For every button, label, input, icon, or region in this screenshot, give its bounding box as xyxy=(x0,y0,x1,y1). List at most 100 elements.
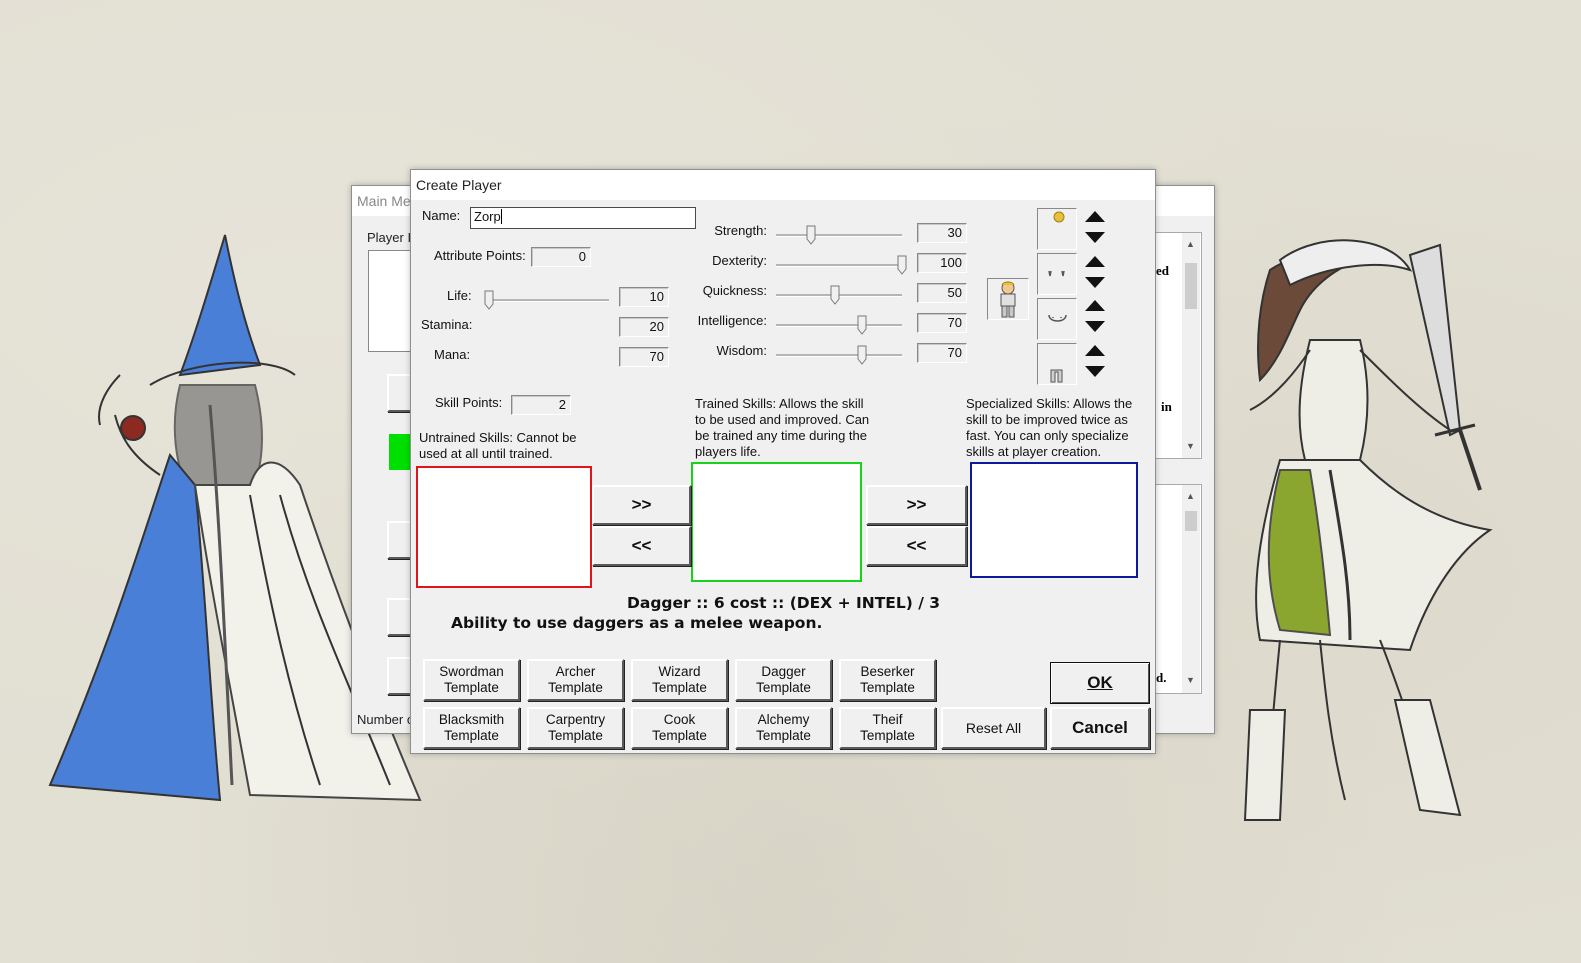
slider-thumb[interactable] xyxy=(857,345,867,365)
template-button[interactable]: Cook Template xyxy=(631,707,728,749)
info-scrollbar-bottom[interactable]: ▲ ▼ xyxy=(1182,485,1200,693)
chevron-up-icon[interactable]: ▲ xyxy=(1186,239,1195,249)
attribute-label: Quickness: xyxy=(702,283,767,298)
template-suffix: Template xyxy=(652,680,707,695)
arrow-up-icon xyxy=(1085,211,1105,222)
legs-down-button[interactable] xyxy=(1081,362,1109,382)
life-label: Life: xyxy=(447,288,472,303)
create-player-dialog: Create Player Name: Zorp Attribute Point… xyxy=(410,169,1156,754)
template-button[interactable]: Wizard Template xyxy=(631,659,728,701)
life-slider[interactable] xyxy=(484,290,609,310)
selected-skill-description: Ability to use daggers as a melee weapon… xyxy=(451,614,823,632)
chevron-down-icon[interactable]: ▼ xyxy=(1186,441,1195,451)
template-button[interactable]: Carpentry Template xyxy=(527,707,624,749)
attribute-slider[interactable] xyxy=(776,315,902,335)
attribute-slider[interactable] xyxy=(776,285,902,305)
template-name: Beserker xyxy=(860,664,915,679)
template-name: Cook xyxy=(663,712,696,727)
eyes-down-button[interactable] xyxy=(1081,273,1109,293)
slider-thumb[interactable] xyxy=(857,315,867,335)
arrow-down-icon xyxy=(1085,366,1105,377)
mana-field: 70 xyxy=(619,347,669,367)
arrow-up-icon xyxy=(1085,300,1105,311)
template-name: Wizard xyxy=(658,664,701,679)
untrained-skills-description: Untrained Skills: Cannot be used at all … xyxy=(419,430,577,461)
specialized-skills-list[interactable] xyxy=(970,462,1138,578)
arrow-down-icon xyxy=(1085,232,1105,243)
template-name: Alchemy xyxy=(757,712,810,727)
template-name: Archer xyxy=(555,664,596,679)
chevron-down-icon[interactable]: ▼ xyxy=(1186,675,1195,685)
slider-track xyxy=(776,354,902,357)
untrain-skill-button[interactable]: << xyxy=(592,526,691,566)
arrow-down-icon xyxy=(1085,321,1105,332)
attribute-points-label: Attribute Points: xyxy=(434,248,526,263)
skill-points-field: 2 xyxy=(511,395,571,415)
hair-icon xyxy=(1053,211,1065,223)
template-name: Dagger xyxy=(761,664,806,679)
name-label: Name: xyxy=(422,208,461,223)
attribute-slider[interactable] xyxy=(776,255,907,275)
name-value: Zorp xyxy=(474,209,501,224)
template-button[interactable]: Dagger Template xyxy=(735,659,832,701)
eyes-up-button[interactable] xyxy=(1081,251,1109,271)
arrow-up-icon xyxy=(1085,256,1105,267)
warrior-illustration xyxy=(1243,239,1493,821)
template-button[interactable]: Alchemy Template xyxy=(735,707,832,749)
eyes-icon xyxy=(1048,270,1065,277)
slider-thumb[interactable] xyxy=(897,255,907,275)
attribute-label: Dexterity: xyxy=(712,253,767,268)
template-button[interactable]: Theif Template xyxy=(839,707,936,749)
attribute-label: Intelligence: xyxy=(697,313,767,328)
slider-thumb[interactable] xyxy=(806,225,816,245)
slider-thumb[interactable] xyxy=(830,285,840,305)
chevron-up-icon[interactable]: ▲ xyxy=(1186,491,1195,501)
template-suffix: Template xyxy=(444,728,499,743)
info-scrollbar-top[interactable]: ▲ ▼ xyxy=(1182,233,1200,458)
attribute-value-field: 70 xyxy=(917,313,967,333)
cancel-label: Cancel xyxy=(1072,718,1128,737)
attribute-slider[interactable] xyxy=(776,345,902,365)
template-suffix: Template xyxy=(860,728,915,743)
slider-thumb[interactable] xyxy=(484,290,494,310)
attribute-slider[interactable] xyxy=(776,225,902,245)
attribute-value-field: 100 xyxy=(917,253,967,273)
template-suffix: Template xyxy=(860,680,915,695)
face-up-button[interactable] xyxy=(1081,295,1109,315)
scroll-thumb[interactable] xyxy=(1185,511,1197,531)
face-down-button[interactable] xyxy=(1081,317,1109,337)
attribute-value-field: 50 xyxy=(917,283,967,303)
train-skill-button[interactable]: >> xyxy=(592,485,691,525)
untrained-skills-list[interactable] xyxy=(416,466,592,588)
hair-up-button[interactable] xyxy=(1081,206,1109,226)
trained-skills-description: Trained Skills: Allows the skill to be u… xyxy=(695,396,870,459)
arrow-up-icon xyxy=(1085,345,1105,356)
face-icon xyxy=(1048,314,1067,322)
trained-skills-list[interactable] xyxy=(691,462,862,582)
template-button[interactable]: Beserker Template xyxy=(839,659,936,701)
life-field: 10 xyxy=(619,287,669,307)
face-preview xyxy=(1037,298,1077,340)
attribute-label: Strength: xyxy=(714,223,767,238)
player-list-label: Player I xyxy=(367,230,412,245)
cancel-button[interactable]: Cancel xyxy=(1050,707,1150,749)
name-input[interactable]: Zorp xyxy=(470,207,696,229)
hair-preview xyxy=(1037,208,1077,250)
slider-track xyxy=(776,234,902,237)
reset-all-button[interactable]: Reset All xyxy=(941,707,1046,749)
template-button[interactable]: Archer Template xyxy=(527,659,624,701)
attribute-points-field: 0 xyxy=(531,247,591,267)
specialize-skill-button[interactable]: >> xyxy=(866,485,967,525)
template-suffix: Template xyxy=(756,728,811,743)
slider-track xyxy=(776,324,902,327)
scroll-thumb[interactable] xyxy=(1185,263,1197,309)
template-button[interactable]: Blacksmith Template xyxy=(423,707,520,749)
stamina-field: 20 xyxy=(619,317,669,337)
character-preview-icon xyxy=(1000,281,1016,318)
legs-up-button[interactable] xyxy=(1081,340,1109,360)
ok-button[interactable]: OK xyxy=(1050,662,1150,704)
hair-down-button[interactable] xyxy=(1081,228,1109,248)
unspecialize-skill-button[interactable]: << xyxy=(866,526,967,566)
template-name: Swordman xyxy=(439,664,504,679)
template-button[interactable]: Swordman Template xyxy=(423,659,520,701)
